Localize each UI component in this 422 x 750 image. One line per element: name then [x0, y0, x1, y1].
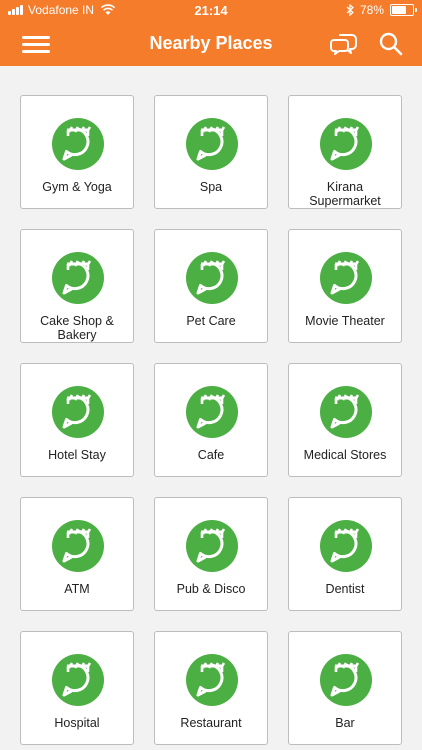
- chat-bubbles-icon: [330, 34, 357, 55]
- azzt-logo-icon: [320, 118, 372, 170]
- category-tile[interactable]: Hospital: [20, 631, 134, 745]
- chat-button[interactable]: [330, 31, 358, 57]
- category-grid: Gym & Yoga Spa Kirana Supermarket Cake Shop…: [20, 95, 402, 745]
- category-label: Dentist: [325, 582, 365, 596]
- category-tile[interactable]: Restaurant: [154, 631, 268, 745]
- category-label: Cake Shop & Bakery: [40, 314, 114, 342]
- category-tile[interactable]: Pub & Disco: [154, 497, 268, 611]
- bluetooth-icon: [346, 4, 354, 16]
- category-tile[interactable]: Spa: [154, 95, 268, 209]
- category-label: Gym & Yoga: [42, 180, 112, 194]
- status-bar: Vodafone IN 21:14 78%: [0, 0, 422, 22]
- category-tile[interactable]: Cake Shop & Bakery: [20, 229, 134, 343]
- category-label: ATM: [64, 582, 90, 596]
- category-tile[interactable]: Movie Theater: [288, 229, 402, 343]
- category-tile[interactable]: Kirana Supermarket: [288, 95, 402, 209]
- azzt-logo-icon: [320, 252, 372, 304]
- azzt-logo-icon: [52, 118, 104, 170]
- category-label: Pub & Disco: [176, 582, 246, 596]
- category-label: Bar: [335, 716, 355, 730]
- category-label: Restaurant: [180, 716, 242, 730]
- azzt-logo-icon: [186, 252, 238, 304]
- azzt-logo-icon: [186, 386, 238, 438]
- battery-icon: [390, 4, 417, 16]
- category-label: Hospital: [54, 716, 100, 730]
- azzt-logo-icon: [52, 520, 104, 572]
- category-label: Movie Theater: [305, 314, 385, 328]
- azzt-logo-icon: [52, 252, 104, 304]
- nav-bar: Nearby Places: [0, 22, 422, 66]
- category-tile[interactable]: Cafe: [154, 363, 268, 477]
- azzt-logo-icon: [186, 118, 238, 170]
- azzt-logo-icon: [52, 386, 104, 438]
- page-title: Nearby Places: [149, 33, 273, 53]
- category-tile[interactable]: Bar: [288, 631, 402, 745]
- azzt-logo-icon: [52, 654, 104, 706]
- category-label: Kirana Supermarket: [309, 180, 381, 208]
- category-tile[interactable]: Dentist: [288, 497, 402, 611]
- category-label: Medical Stores: [303, 448, 387, 462]
- azzt-logo-icon: [186, 520, 238, 572]
- top-bar: Vodafone IN 21:14 78% Nearby Places: [0, 0, 422, 66]
- category-tile[interactable]: ATM: [20, 497, 134, 611]
- battery-percent: 78%: [359, 3, 384, 17]
- category-tile[interactable]: Gym & Yoga: [20, 95, 134, 209]
- search-button[interactable]: [378, 31, 404, 57]
- azzt-logo-icon: [320, 654, 372, 706]
- category-tile[interactable]: Medical Stores: [288, 363, 402, 477]
- azzt-logo-icon: [320, 520, 372, 572]
- category-label: Hotel Stay: [48, 448, 106, 462]
- azzt-logo-icon: [320, 386, 372, 438]
- category-tile[interactable]: Hotel Stay: [20, 363, 134, 477]
- category-label: Cafe: [197, 448, 225, 462]
- search-icon: [379, 32, 403, 56]
- category-label: Pet Care: [186, 314, 236, 328]
- category-tile[interactable]: Pet Care: [154, 229, 268, 343]
- category-label: Spa: [199, 180, 223, 194]
- azzt-logo-icon: [186, 654, 238, 706]
